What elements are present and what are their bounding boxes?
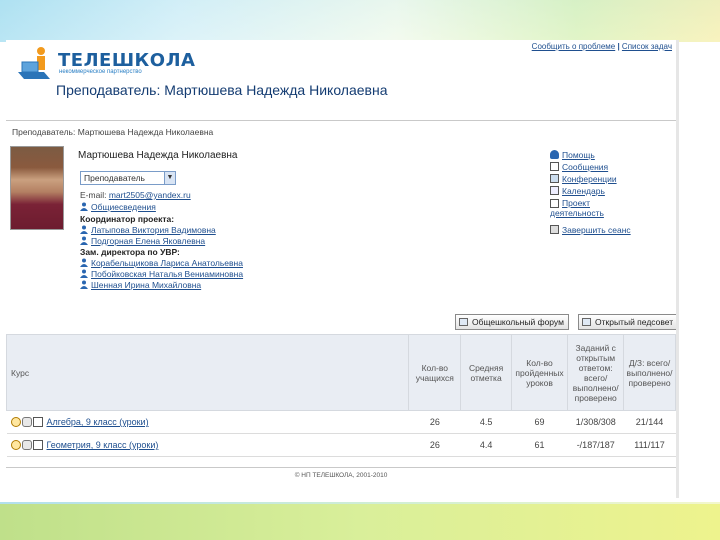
email-link[interactable]: mart2505@yandex.ru [109,190,191,200]
table-header-row: Курс Кол-во учащихся Средняя отметка Кол… [5,334,676,411]
search-icon[interactable] [10,440,21,450]
coordinator-item: Подгорная Елена Яковлевна [80,236,205,246]
general-info-link[interactable]: Общиесведения [91,202,156,212]
deputy-item: Корабельщикова Лариса Анатольевна [80,258,243,268]
coordinator-item: Латыпова Виктория Вадимовна [80,225,216,235]
table-row: Геометрия, 9 класс (уроки) 26 4.4 61 -/1… [6,433,676,457]
menu-messages-label: Сообщения [562,162,609,172]
search-icon[interactable] [10,417,21,427]
menu-messages[interactable]: Сообщения [550,162,608,172]
homework-cell: 21/144 [623,410,676,434]
open-staffroom-label: Открытый педсовет [595,317,674,327]
general-info-row: Общиесведения [80,202,156,212]
column-header[interactable]: Средняя отметка [460,334,512,411]
logo-text: ТЕЛЕШКОЛА [58,50,196,71]
page-title: Преподаватель: Мартюшева Надежда Николае… [56,82,388,98]
person-icon [80,202,88,211]
menu-calendar-label: Календарь [562,186,605,196]
coordinator-link[interactable]: Подгорная Елена Яковлевна [91,236,205,246]
envelope-icon [550,162,559,171]
role-select-value: Преподаватель [84,173,145,183]
menu-help[interactable]: Помощь [550,150,595,160]
menu-project[interactable]: Проект деятельность [550,198,610,218]
footer-copyright: © НП ТЕЛЕШКОЛА, 2001-2010 [294,472,388,479]
report-problem-link[interactable]: Сообщить о проблеме [532,42,616,51]
chevron-down-icon[interactable]: ▼ [164,172,175,184]
column-header[interactable]: Курс [5,334,410,411]
deputy-link[interactable]: Шенная Ирина Михайловна [91,280,201,290]
course-link[interactable]: Алгебра, 9 класс (уроки) [47,417,149,427]
deputy-item: Побойковская Наталья Вениаминовна [80,269,243,279]
email-label: E-mail: [80,190,107,200]
document-icon[interactable] [32,440,43,450]
deputy-link[interactable]: Побойковская Наталья Вениаминовна [91,269,243,279]
school-forum-button[interactable]: Общешкольный форум [455,314,569,330]
breadcrumb: Преподаватель: Мартюшева Надежда Николае… [12,127,214,137]
forum-icon [459,318,468,326]
deputy-label: Зам. директора по УВР: [80,247,180,257]
teleschool-logo-icon [18,47,50,79]
profile-name: Мартюшева Надежда Николаевна [78,150,238,161]
students-cell: 26 [408,433,461,457]
calendar-icon [550,186,559,195]
course-cell: Алгебра, 9 класс (уроки) [6,410,409,434]
deputy-item: Шенная Ирина Михайловна [80,280,201,290]
lock-icon[interactable] [21,440,32,450]
menu-logout-label: Завершить сеанс [562,225,631,235]
lessons-cell: 69 [511,410,568,434]
logout-icon [550,225,559,234]
person-icon [80,225,88,234]
open-tasks-cell: 1/308/308 [567,410,624,434]
open-staffroom-button[interactable]: Открытый педсовет [578,314,679,330]
menu-conferences[interactable]: Конференции [550,174,617,184]
course-link[interactable]: Геометрия, 9 класс (уроки) [47,440,159,450]
lock-icon[interactable] [21,417,32,427]
menu-help-label: Помощь [562,150,595,160]
course-cell: Геометрия, 9 класс (уроки) [6,433,409,457]
slide-decoration-bottom [0,504,720,540]
links-separator: | [615,42,622,51]
email-row: E-mail: mart2505@yandex.ru [80,190,191,200]
avg-grade-cell: 4.4 [460,433,512,457]
person-icon [550,150,559,159]
table-row: Алгебра, 9 класс (уроки) 26 4.5 69 1/308… [6,410,676,434]
header-links: Сообщить о проблеме | Список задач [532,42,672,51]
lessons-cell: 61 [511,433,568,457]
document-icon [550,199,559,208]
coordinator-link[interactable]: Латыпова Виктория Вадимовна [91,225,216,235]
person-icon [80,269,88,278]
column-header[interactable]: Кол-во пройденных уроков [510,334,569,411]
menu-logout[interactable]: Завершить сеанс [550,225,631,235]
homework-cell: 111/117 [623,433,676,457]
deputy-link[interactable]: Корабельщикова Лариса Анатольевна [91,258,243,268]
conference-icon [550,174,559,183]
person-icon [80,236,88,245]
menu-conferences-label: Конференции [562,174,617,184]
open-tasks-cell: -/187/187 [567,433,624,457]
webpage: ТЕЛЕШКОЛА некоммерческое партнерство Соо… [5,40,679,498]
role-select[interactable]: Преподаватель ▼ [80,171,176,185]
staffroom-icon [582,318,591,326]
avatar [10,146,64,230]
column-header[interactable]: Д/З: всего/выполнено/проверено [623,334,676,411]
courses-table: Курс Кол-во учащихся Средняя отметка Кол… [5,334,676,457]
menu-calendar[interactable]: Календарь [550,186,605,196]
divider [6,467,676,468]
slide-decoration-top [0,0,720,42]
column-header[interactable]: Заданий с открытым ответом: всего/выполн… [567,334,625,411]
column-header[interactable]: Кол-во учащихся [408,334,462,411]
avg-grade-cell: 4.5 [460,410,512,434]
person-icon [80,280,88,289]
students-cell: 26 [408,410,461,434]
document-icon[interactable] [32,417,43,427]
school-forum-label: Общешкольный форум [472,317,564,327]
task-list-link[interactable]: Список задач [622,42,672,51]
scrollbar[interactable] [676,40,679,498]
coordinator-label: Координатор проекта: [80,214,175,224]
profile-panel: Мартюшева Надежда Николаевна Преподавате… [6,142,676,300]
divider [6,120,676,121]
logo-subtitle: некоммерческое партнерство [59,69,142,75]
person-icon [80,258,88,267]
